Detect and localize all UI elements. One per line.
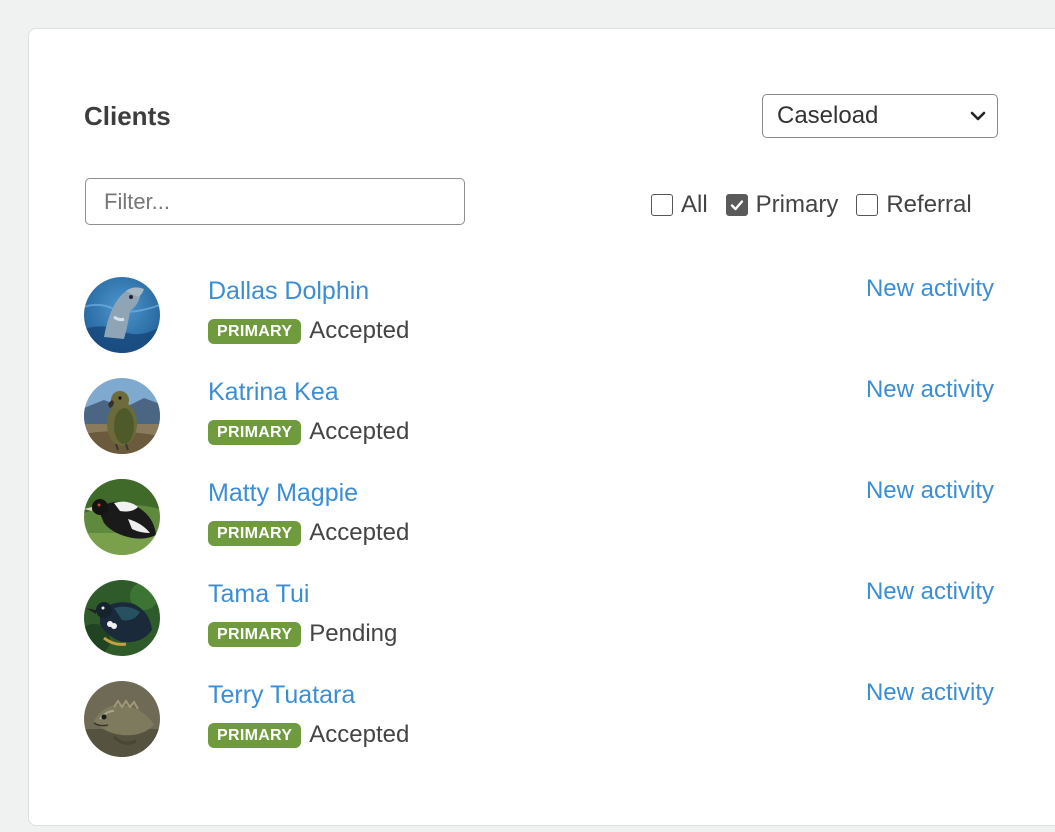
client-name-link[interactable]: Terry Tuatara (208, 681, 355, 710)
new-activity-link[interactable]: New activity (866, 477, 994, 505)
client-name-link[interactable]: Dallas Dolphin (208, 277, 369, 306)
relationship-filters: All Primary Referral (651, 191, 972, 219)
checkbox-primary[interactable]: Primary (725, 191, 839, 219)
client-avatar-tuatara[interactable] (84, 681, 160, 757)
checkbox-all-box[interactable] (651, 194, 673, 216)
checkbox-all-label: All (681, 191, 708, 218)
checkbox-referral[interactable]: Referral (856, 191, 972, 219)
checkbox-referral-box[interactable] (856, 194, 879, 216)
client-row: Terry Tuatara PRIMARY Accepted New activ… (84, 679, 994, 782)
client-avatar-magpie[interactable] (84, 479, 160, 555)
client-name-link[interactable]: Tama Tui (208, 580, 309, 609)
panel-title: Clients (84, 101, 171, 131)
client-row: Dallas Dolphin PRIMARY Accepted New acti… (84, 275, 994, 378)
magpie-photo-icon (84, 479, 160, 555)
primary-badge: PRIMARY (208, 419, 302, 445)
client-avatar-tui[interactable] (84, 580, 160, 656)
client-meta: PRIMARY Pending (208, 620, 397, 648)
client-row: Katrina Kea PRIMARY Accepted New activit… (84, 376, 994, 479)
view-select-value: Caseload (777, 102, 879, 129)
kea-photo-icon (84, 378, 160, 454)
client-avatar-kea[interactable] (84, 378, 160, 454)
new-activity-link[interactable]: New activity (866, 275, 994, 303)
tuatara-photo-icon (84, 681, 160, 757)
new-activity-link[interactable]: New activity (866, 679, 994, 707)
client-meta: PRIMARY Accepted (208, 418, 409, 446)
dolphin-photo-icon (84, 277, 160, 353)
view-select[interactable]: Caseload (762, 94, 998, 138)
client-meta: PRIMARY Accepted (208, 317, 409, 345)
client-row: Tama Tui PRIMARY Pending New activity (84, 578, 994, 681)
primary-badge: PRIMARY (208, 722, 302, 748)
clients-panel: Clients Caseload All Primary Referral (28, 28, 1055, 826)
client-status: Accepted (309, 721, 410, 748)
client-meta: PRIMARY Accepted (208, 519, 409, 547)
primary-badge: PRIMARY (208, 520, 302, 546)
primary-badge: PRIMARY (208, 318, 302, 344)
client-status: Accepted (309, 418, 410, 445)
new-activity-link[interactable]: New activity (866, 578, 994, 606)
client-avatar-dolphin[interactable] (84, 277, 160, 353)
new-activity-link[interactable]: New activity (866, 376, 994, 404)
client-row: Matty Magpie PRIMARY Accepted New activi… (84, 477, 994, 580)
client-status: Pending (309, 620, 398, 647)
client-status: Accepted (309, 519, 410, 546)
client-status: Accepted (309, 317, 410, 344)
checkbox-referral-label: Referral (886, 191, 972, 218)
chevron-down-icon (970, 111, 986, 121)
checkbox-all[interactable]: All (651, 191, 708, 219)
checkmark-icon (730, 200, 743, 211)
tui-photo-icon (84, 580, 160, 656)
checkbox-primary-box[interactable] (725, 194, 748, 216)
client-list: Dallas Dolphin PRIMARY Accepted New acti… (84, 275, 994, 782)
client-meta: PRIMARY Accepted (208, 721, 409, 749)
client-name-link[interactable]: Katrina Kea (208, 378, 339, 407)
client-name-link[interactable]: Matty Magpie (208, 479, 358, 508)
checkbox-primary-label: Primary (755, 191, 839, 218)
primary-badge: PRIMARY (208, 621, 302, 647)
filter-input[interactable] (85, 178, 465, 225)
